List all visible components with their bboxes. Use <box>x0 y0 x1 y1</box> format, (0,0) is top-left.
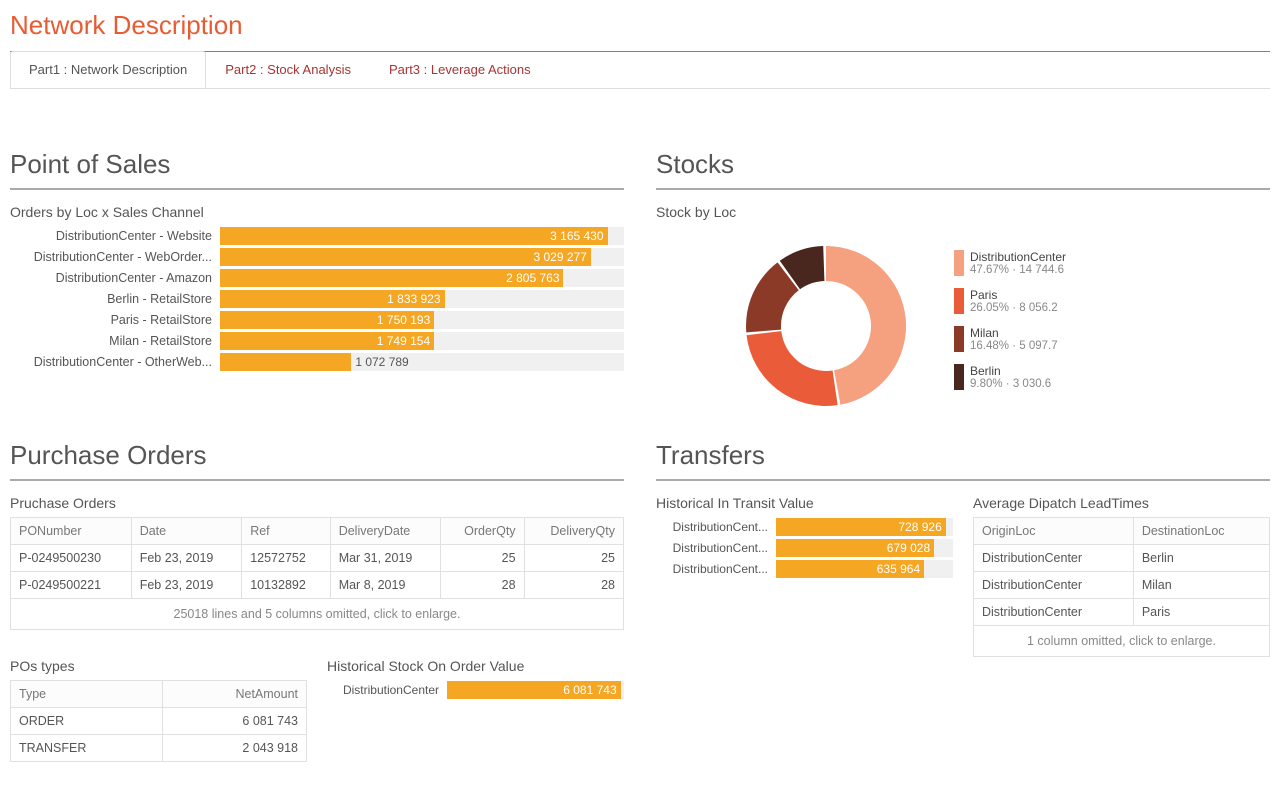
leadtimes-omitted-note[interactable]: 1 column omitted, click to enlarge. <box>973 626 1270 657</box>
heading-po: Purchase Orders <box>10 440 624 481</box>
section-transfers: Transfers Historical In Transit Value Di… <box>656 440 1270 762</box>
legend-swatch <box>954 326 964 352</box>
chart-title-stock: Stock by Loc <box>656 204 1270 220</box>
legend-swatch <box>954 364 964 390</box>
bar-value: 1 750 193 <box>373 311 434 329</box>
bar-row[interactable]: Paris - RetailStore 1 750 193 <box>10 310 624 330</box>
table-row[interactable]: P-0249500230 Feb 23, 2019 12572752 Mar 3… <box>11 545 624 572</box>
chart-stock-by-loc[interactable] <box>726 236 926 416</box>
legend-name: Paris <box>970 288 1058 302</box>
tab-part2[interactable]: Part2 : Stock Analysis <box>206 51 370 88</box>
col-deliverydate[interactable]: DeliveryDate <box>330 518 441 545</box>
heading-pos: Point of Sales <box>10 149 624 190</box>
chart-stock-on-order[interactable]: DistributionCenter 6 081 743 <box>327 680 624 700</box>
table-row[interactable]: DistributionCenter Milan <box>974 572 1270 599</box>
bar-label: DistributionCent... <box>656 520 776 534</box>
bar-row[interactable]: DistributionCenter 6 081 743 <box>327 680 624 700</box>
bar-value: 635 964 <box>873 560 924 578</box>
po-omitted-note[interactable]: 25018 lines and 5 columns omitted, click… <box>10 599 624 630</box>
bar-row[interactable]: DistributionCenter - Website 3 165 430 <box>10 226 624 246</box>
tab-bar: Part1 : Network Description Part2 : Stoc… <box>10 51 1270 89</box>
bar-row[interactable]: DistributionCent... 679 028 <box>656 538 953 558</box>
legend-value: 9.80% · 3 030.6 <box>970 378 1051 390</box>
table-row[interactable]: DistributionCenter Paris <box>974 599 1270 626</box>
table-title-leadtimes: Average Dipatch LeadTimes <box>973 495 1270 511</box>
legend-item[interactable]: Milan 16.48% · 5 097.7 <box>954 326 1066 352</box>
bar-label: DistributionCenter - Website <box>10 229 220 243</box>
bar-value: 6 081 743 <box>559 681 620 699</box>
bar-label: DistributionCenter <box>327 683 447 697</box>
bar-value: 1 072 789 <box>351 353 412 371</box>
bar-label: DistributionCenter - WebOrder... <box>10 250 220 264</box>
legend-stock-by-loc: DistributionCenter 47.67% · 14 744.6 Par… <box>954 250 1066 402</box>
col-ref[interactable]: Ref <box>242 518 331 545</box>
tab-part1[interactable]: Part1 : Network Description <box>10 51 206 88</box>
chart-title-stock-on-order: Historical Stock On Order Value <box>327 658 624 674</box>
donut-slice[interactable] <box>826 246 906 405</box>
bar-label: Paris - RetailStore <box>10 313 220 327</box>
bar-row[interactable]: Milan - RetailStore 1 749 154 <box>10 331 624 351</box>
tab-part3[interactable]: Part3 : Leverage Actions <box>370 51 550 88</box>
col-deliveryqty[interactable]: DeliveryQty <box>524 518 623 545</box>
legend-value: 16.48% · 5 097.7 <box>970 340 1058 352</box>
legend-swatch <box>954 288 964 314</box>
bar-value: 3 165 430 <box>546 227 607 245</box>
table-row[interactable]: TRANSFER 2 043 918 <box>11 735 307 762</box>
section-purchase-orders: Purchase Orders Pruchase Orders PONumber… <box>10 440 624 762</box>
table-title-po: Pruchase Orders <box>10 495 624 511</box>
bar-row[interactable]: DistributionCenter - OtherWeb... 1 072 78… <box>10 352 624 372</box>
col-ponumber[interactable]: PONumber <box>11 518 132 545</box>
table-row[interactable]: DistributionCenter Berlin <box>974 545 1270 572</box>
legend-item[interactable]: Paris 26.05% · 8 056.2 <box>954 288 1066 314</box>
bar-row[interactable]: DistributionCent... 728 926 <box>656 517 953 537</box>
bar-value: 3 029 277 <box>529 248 590 266</box>
legend-name: Berlin <box>970 364 1051 378</box>
chart-orders-by-loc-channel[interactable]: DistributionCenter - Website3 165 430Dis… <box>10 226 624 372</box>
bar-value: 1 833 923 <box>383 290 444 308</box>
col-date[interactable]: Date <box>131 518 242 545</box>
table-row[interactable]: ORDER 6 081 743 <box>11 708 307 735</box>
col-netamount[interactable]: NetAmount <box>163 681 307 708</box>
bar-row[interactable]: DistributionCenter - Amazon 2 805 763 <box>10 268 624 288</box>
legend-swatch <box>954 250 964 276</box>
bar-label: DistributionCent... <box>656 541 776 555</box>
table-row[interactable]: P-0249500221 Feb 23, 2019 10132892 Mar 8… <box>11 572 624 599</box>
table-title-po-types: POs types <box>10 658 307 674</box>
legend-item[interactable]: Berlin 9.80% · 3 030.6 <box>954 364 1066 390</box>
bar-label: DistributionCenter - OtherWeb... <box>10 355 220 369</box>
legend-item[interactable]: DistributionCenter 47.67% · 14 744.6 <box>954 250 1066 276</box>
legend-value: 26.05% · 8 056.2 <box>970 302 1058 314</box>
bar-row[interactable]: DistributionCenter - WebOrder... 3 029 27… <box>10 247 624 267</box>
table-po-types[interactable]: Type NetAmount ORDER 6 081 743 TRANSFER … <box>10 680 307 762</box>
col-type[interactable]: Type <box>11 681 163 708</box>
table-purchase-orders[interactable]: PONumber Date Ref DeliveryDate OrderQty … <box>10 517 624 599</box>
bar-label: Berlin - RetailStore <box>10 292 220 306</box>
bar-label: DistributionCent... <box>656 562 776 576</box>
legend-value: 47.67% · 14 744.6 <box>970 264 1066 276</box>
chart-in-transit[interactable]: DistributionCent...728 926DistributionCe… <box>656 517 953 579</box>
col-destinationloc[interactable]: DestinationLoc <box>1133 518 1269 545</box>
chart-title-orders: Orders by Loc x Sales Channel <box>10 204 624 220</box>
bar-value: 679 028 <box>883 539 934 557</box>
section-point-of-sales: Point of Sales Orders by Loc x Sales Cha… <box>10 149 624 416</box>
heading-stocks: Stocks <box>656 149 1270 190</box>
table-leadtimes[interactable]: OriginLoc DestinationLoc DistributionCen… <box>973 517 1270 626</box>
bar-value: 1 749 154 <box>373 332 434 350</box>
bar-label: DistributionCenter - Amazon <box>10 271 220 285</box>
page-title: Network Description <box>10 6 1270 52</box>
bar-value: 728 926 <box>894 518 945 536</box>
bar-label: Milan - RetailStore <box>10 334 220 348</box>
bar-value: 2 805 763 <box>502 269 563 287</box>
heading-transfers: Transfers <box>656 440 1270 481</box>
section-stocks: Stocks Stock by Loc DistributionCenter 4… <box>656 149 1270 416</box>
chart-title-transit: Historical In Transit Value <box>656 495 953 511</box>
bar-row[interactable]: DistributionCent... 635 964 <box>656 559 953 579</box>
bar-row[interactable]: Berlin - RetailStore 1 833 923 <box>10 289 624 309</box>
legend-name: Milan <box>970 326 1058 340</box>
col-orderqty[interactable]: OrderQty <box>441 518 524 545</box>
legend-name: DistributionCenter <box>970 250 1066 264</box>
col-originloc[interactable]: OriginLoc <box>974 518 1134 545</box>
donut-slice[interactable] <box>747 331 838 406</box>
